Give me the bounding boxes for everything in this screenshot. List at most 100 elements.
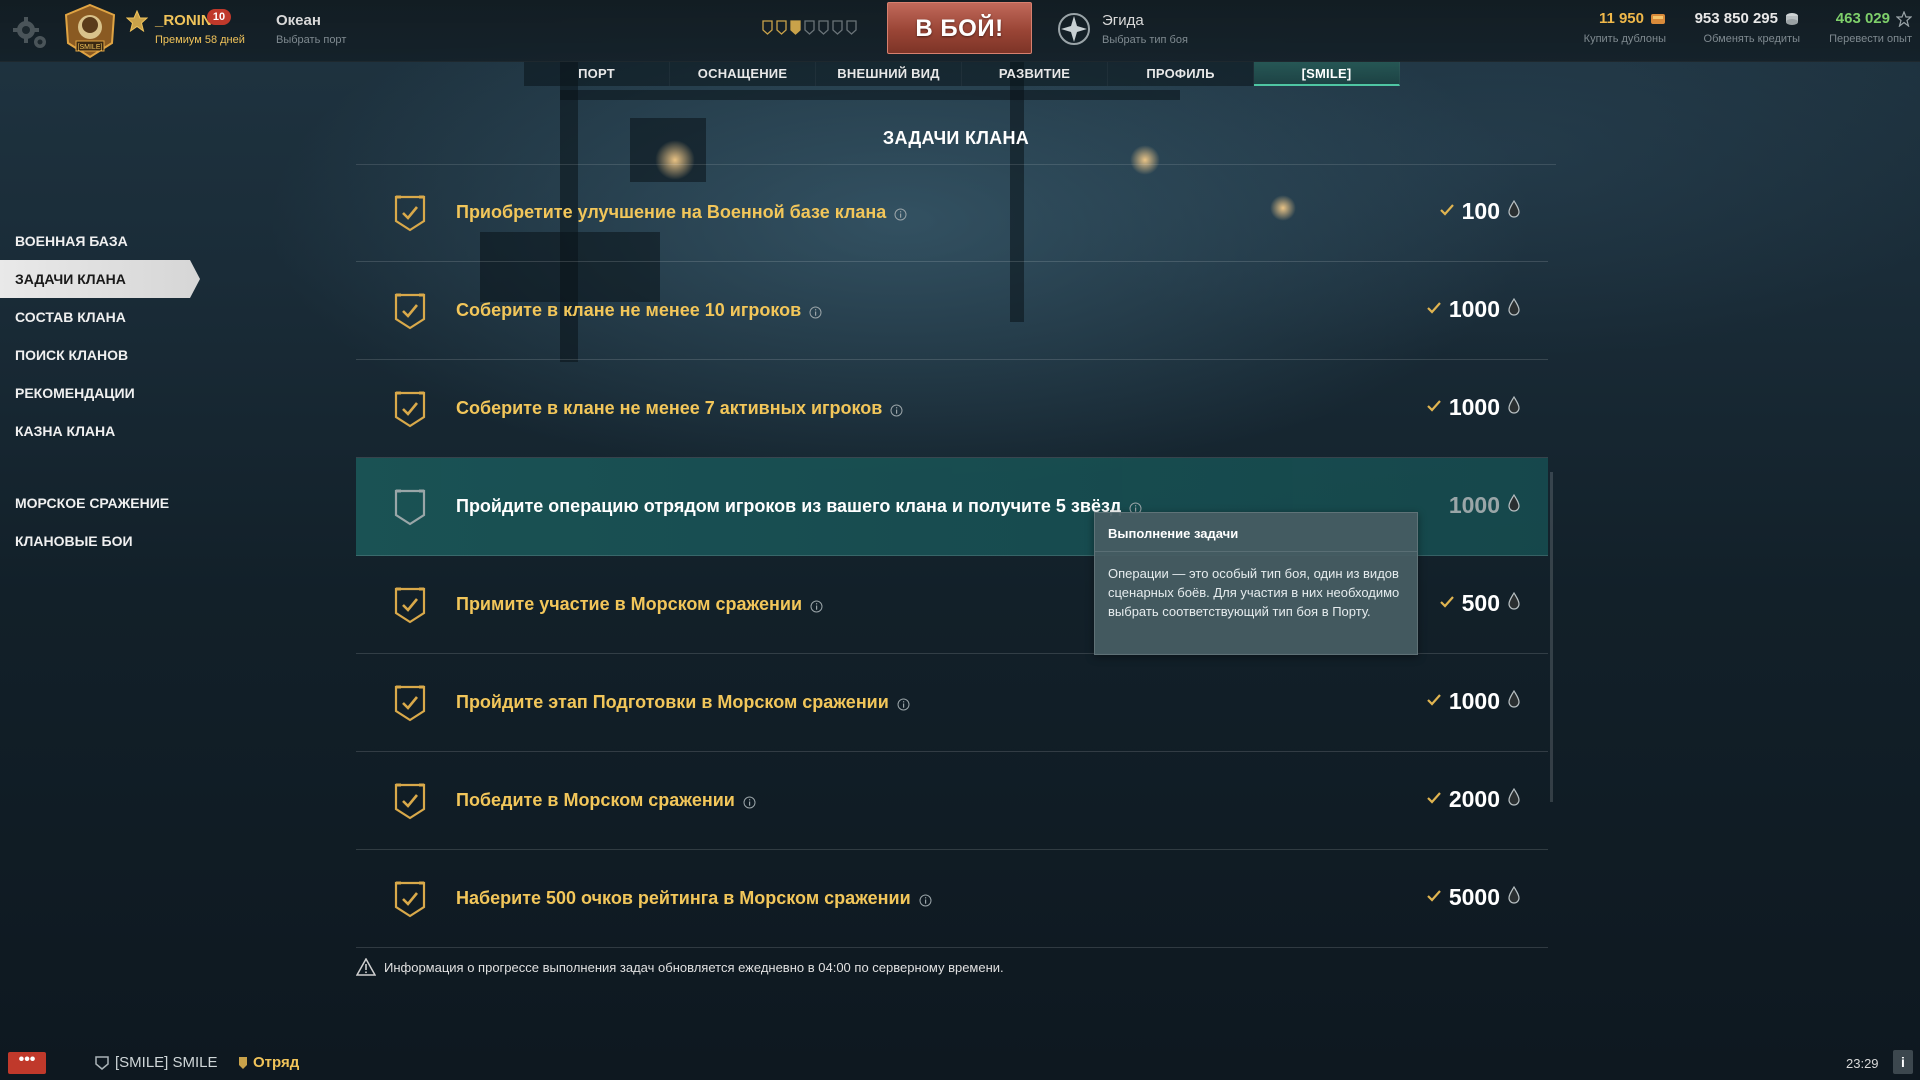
task-title: Наберите 500 очков рейтинга в Морском ср… xyxy=(456,888,932,909)
update-note-text: Информация о прогрессе выполнения задач … xyxy=(384,959,1004,975)
task-row[interactable]: Победите в Морском сражении 2000 xyxy=(356,752,1548,850)
battle-mode-name[interactable]: Эгида xyxy=(1102,12,1144,29)
port-select-label[interactable]: Выбрать порт xyxy=(276,34,346,46)
credits-value: 953 850 295 xyxy=(1694,10,1778,27)
sidebar-item-military-base[interactable]: ВОЕННАЯ БАЗА xyxy=(0,222,200,260)
task-title-text: Соберите в клане не менее 10 игроков xyxy=(456,300,802,320)
reward-amount: 1000 xyxy=(1448,296,1500,322)
sidebar-item-recommendations[interactable]: РЕКОМЕНДАЦИИ xyxy=(0,374,200,412)
page-title: ЗАДАЧИ КЛАНА xyxy=(882,128,1030,148)
checkmark-icon xyxy=(1439,203,1454,221)
task-row[interactable]: Соберите в клане не менее 7 активных игр… xyxy=(356,360,1548,458)
rank-shield-icon xyxy=(762,20,773,35)
info-icon[interactable] xyxy=(810,597,823,613)
task-title-text: Соберите в клане не менее 7 активных игр… xyxy=(456,398,883,418)
sidebar-item-clan-members[interactable]: СОСТАВ КЛАНА xyxy=(0,298,200,336)
rank-shield-icon xyxy=(790,20,801,35)
free-xp-star-icon xyxy=(1896,10,1912,27)
oil-drop-icon xyxy=(1508,199,1520,223)
clan-icon xyxy=(95,1055,109,1070)
settings-gear-icon[interactable] xyxy=(10,12,50,52)
port-name[interactable]: Океан xyxy=(276,12,321,29)
task-list-scrollbar[interactable] xyxy=(1550,472,1553,802)
info-icon[interactable] xyxy=(894,205,907,221)
chat-button[interactable]: ••• xyxy=(8,1052,46,1074)
checkmark-icon xyxy=(1439,595,1454,613)
task-row[interactable]: Наберите 500 очков рейтинга в Морском ср… xyxy=(356,850,1548,948)
reward-amount: 100 xyxy=(1461,198,1500,224)
player-level-badge: 10 xyxy=(207,9,231,25)
task-reward: 1000 xyxy=(1427,394,1520,421)
task-title-text: Пройдите операцию отрядом игроков из ваш… xyxy=(456,496,1122,516)
oil-drop-icon xyxy=(1508,395,1520,419)
battle-mode-select-label[interactable]: Выбрать тип боя xyxy=(1102,34,1188,46)
main-tabs: ПОРТ ОСНАЩЕНИЕ ВНЕШНИЙ ВИД РАЗВИТИЕ ПРОФ… xyxy=(524,62,1400,86)
task-row[interactable]: Приобретите улучшение на Военной базе кл… xyxy=(356,164,1548,262)
doubloons-counter[interactable]: 11 950 Купить дублоны xyxy=(1560,10,1666,45)
tab-profile[interactable]: ПРОФИЛЬ xyxy=(1108,62,1254,86)
info-button[interactable]: i xyxy=(1893,1050,1913,1074)
rank-shield-icon xyxy=(818,20,829,35)
doubloons-value: 11 950 xyxy=(1598,10,1644,27)
rank-shield-icon xyxy=(846,20,857,35)
sidebar-item-naval-battle[interactable]: МОРСКОЕ СРАЖЕНИЕ xyxy=(0,484,200,522)
player-name[interactable]: _RONIN xyxy=(155,12,212,29)
checkmark-icon xyxy=(1427,301,1441,319)
task-row[interactable]: Пройдите этап Подготовки в Морском сраже… xyxy=(356,654,1548,752)
oil-drop-icon xyxy=(1508,689,1520,713)
buy-doubloons-link[interactable]: Купить дублоны xyxy=(1560,33,1666,45)
sidebar-item-clan-search[interactable]: ПОИСК КЛАНОВ xyxy=(0,336,200,374)
info-icon[interactable] xyxy=(809,303,822,319)
rank-shield-icon xyxy=(804,20,815,35)
info-icon[interactable] xyxy=(890,401,903,417)
squad-icon xyxy=(239,1056,247,1069)
task-complete-shield-icon xyxy=(392,194,428,232)
convert-xp-link[interactable]: Перевести опыт xyxy=(1812,33,1912,45)
task-title: Победите в Морском сражении xyxy=(456,790,756,811)
task-complete-shield-icon xyxy=(392,292,428,330)
sidebar-item-clan-tasks[interactable]: ЗАДАЧИ КЛАНА xyxy=(0,260,200,298)
tab-development[interactable]: РАЗВИТИЕ xyxy=(962,62,1108,86)
sidebar-item-clan-battles[interactable]: КЛАНОВЫЕ БОИ xyxy=(0,522,200,560)
task-reward: 1000 xyxy=(1427,296,1520,323)
info-icon[interactable] xyxy=(743,793,756,809)
task-reward: 2000 xyxy=(1427,786,1520,813)
premium-status[interactable]: Премиум 58 дней xyxy=(155,34,245,46)
tab-clan[interactable]: [SMILE] xyxy=(1254,62,1400,86)
clan-tag-text: [SMILE] SMILE xyxy=(115,1054,218,1071)
battle-button[interactable]: В БОЙ! xyxy=(887,2,1032,54)
task-title: Примите участие в Морском сражении xyxy=(456,594,823,615)
task-title-text: Победите в Морском сражении xyxy=(456,790,735,810)
exchange-credits-link[interactable]: Обменять кредиты xyxy=(1686,33,1800,45)
task-complete-shield-icon xyxy=(392,586,428,624)
free-xp-counter[interactable]: 463 029 Перевести опыт xyxy=(1812,10,1912,45)
battle-mode-icon[interactable] xyxy=(1057,12,1091,46)
top-bar: [SMILE] _RONIN 10 Премиум 58 дней Океан … xyxy=(0,0,1920,62)
clan-sidebar: ВОЕННАЯ БАЗА ЗАДАЧИ КЛАНА СОСТАВ КЛАНА П… xyxy=(0,222,200,560)
tab-port[interactable]: ПОРТ xyxy=(524,62,670,86)
task-title: Пройдите операцию отрядом игроков из ваш… xyxy=(456,496,1142,517)
tab-equipment[interactable]: ОСНАЩЕНИЕ xyxy=(670,62,816,86)
checkmark-icon xyxy=(1427,889,1441,907)
squad-button[interactable]: Отряд xyxy=(238,1054,299,1071)
tooltip-body: Операции — это особый тип боя, один из в… xyxy=(1108,566,1400,619)
oil-drop-icon xyxy=(1508,297,1520,321)
sidebar-item-treasury[interactable]: КАЗНА КЛАНА xyxy=(0,412,200,450)
info-icon[interactable] xyxy=(1129,499,1142,515)
task-title-text: Приобретите улучшение на Военной базе кл… xyxy=(456,202,887,222)
clan-emblem-icon[interactable]: [SMILE] xyxy=(62,3,118,59)
task-reward: 5000 xyxy=(1427,884,1520,911)
task-complete-shield-icon xyxy=(392,390,428,428)
task-row[interactable]: Соберите в клане не менее 10 игроков 1000 xyxy=(356,262,1548,360)
tooltip-title: Выполнение задачи xyxy=(1095,513,1417,552)
task-title: Соберите в клане не менее 10 игроков xyxy=(456,300,822,321)
clan-tag-link[interactable]: [SMILE] SMILE xyxy=(95,1054,218,1071)
info-icon[interactable] xyxy=(897,695,910,711)
checkmark-icon xyxy=(1427,693,1441,711)
free-xp-value: 463 029 xyxy=(1835,10,1890,27)
task-reward: 1000 xyxy=(1449,492,1520,519)
credits-counter[interactable]: 953 850 295 Обменять кредиты xyxy=(1686,10,1800,45)
tab-appearance[interactable]: ВНЕШНИЙ ВИД xyxy=(816,62,962,86)
task-title: Соберите в клане не менее 7 активных игр… xyxy=(456,398,903,419)
info-icon[interactable] xyxy=(919,891,932,907)
